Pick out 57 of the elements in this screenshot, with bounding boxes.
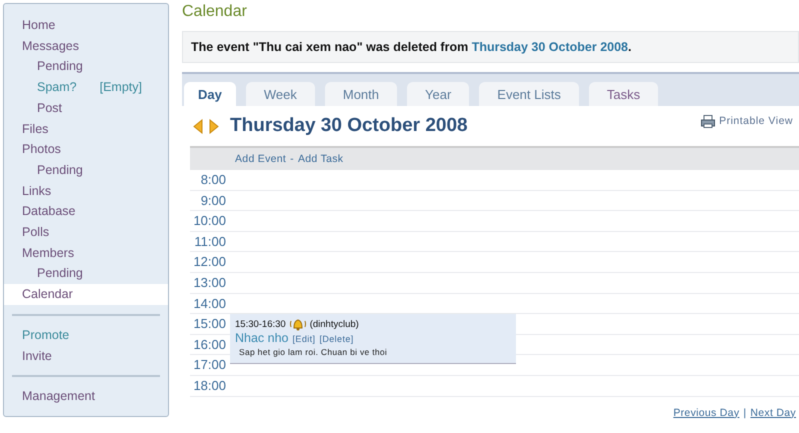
event-card[interactable]: 15:30-16:30 (dinhtyclub) Nhac nho [Edit] [Delete] Sap het gio lam roi. Chuan bi ve thoi (230, 314, 516, 364)
nav-item[interactable]: Pending (4, 263, 168, 284)
delete-link[interactable]: [Delete] (319, 334, 354, 344)
tab[interactable]: Week (246, 82, 315, 106)
edit-link[interactable]: [Edit] (292, 334, 316, 344)
nav-item[interactable]: Pending (4, 160, 168, 181)
tab[interactable]: Month (324, 82, 397, 106)
event-title[interactable]: Nhac nho (235, 331, 289, 346)
add-event-link[interactable]: Add Event (235, 148, 286, 170)
hour-label: 10:00 (192, 212, 227, 230)
link-separator: | (743, 406, 746, 419)
event-time: 15:30-16:30 (235, 319, 286, 330)
nav-item[interactable]: Spam? [Empty] (4, 77, 168, 98)
hour-label: 12:00 (192, 253, 227, 272)
hour-label: 15:00 (192, 315, 227, 334)
notice-message: The event "Thu cai xem nao" was deleted from Thursday 30 October 2008. (182, 31, 799, 63)
date-link[interactable]: Thursday 30 October 2008 (472, 40, 628, 54)
nav-item[interactable]: Photos (4, 139, 168, 160)
nav-item[interactable]: Post (4, 98, 168, 119)
hour-label: 18:00 (192, 376, 227, 395)
tab[interactable]: Day (184, 82, 236, 106)
nav-item[interactable]: Home (4, 15, 168, 36)
nav-item[interactable]: Invite (4, 346, 168, 366)
page-title: Calendar (182, 3, 248, 22)
nav-item[interactable]: Pending (4, 56, 168, 78)
tab[interactable]: Tasks (588, 82, 658, 106)
hour-label: 16:00 (192, 336, 227, 354)
printer-icon[interactable] (701, 115, 716, 128)
event-description: Sap het gio lam roi. Chuan bi ve thoi (238, 347, 388, 358)
hour-label: 17:00 (192, 356, 227, 374)
add-task-link[interactable]: Add Task (298, 148, 344, 170)
nav-item[interactable]: Messages (4, 36, 168, 56)
nav-item[interactable]: Links (4, 180, 168, 202)
nav-item[interactable]: Management (4, 386, 168, 407)
selected-nav-item[interactable]: Calendar (4, 284, 168, 305)
nav-item[interactable]: Polls (4, 222, 168, 243)
bell-icon (288, 318, 307, 332)
nav-item[interactable]: Promote (4, 324, 168, 346)
empty-link[interactable]: [Empty] (100, 77, 142, 98)
previous-day-link[interactable]: Previous Day (673, 406, 740, 419)
next-arrow-icon[interactable] (208, 118, 220, 134)
nav-item[interactable]: Files (4, 118, 168, 140)
hour-label: 13:00 (192, 274, 227, 292)
event-owner: (dinhtyclub) (310, 319, 359, 330)
hour-label: 14:00 (192, 294, 227, 313)
hour-label: 11:00 (193, 232, 227, 251)
hour-label: 8:00 (200, 171, 227, 189)
previous-arrow-icon[interactable] (192, 118, 204, 134)
nav-item[interactable]: Database (4, 201, 168, 222)
date-heading: Thursday 30 October 2008 (230, 115, 468, 137)
tab[interactable]: Year (407, 82, 470, 106)
next-day-link[interactable]: Next Day (750, 406, 796, 419)
hour-label: 9:00 (200, 192, 227, 210)
link-separator: - (290, 152, 294, 167)
printable-view-link[interactable]: Printable View (719, 115, 793, 127)
tab[interactable]: Event Lists (479, 82, 579, 106)
nav-item[interactable]: Members (4, 242, 168, 264)
